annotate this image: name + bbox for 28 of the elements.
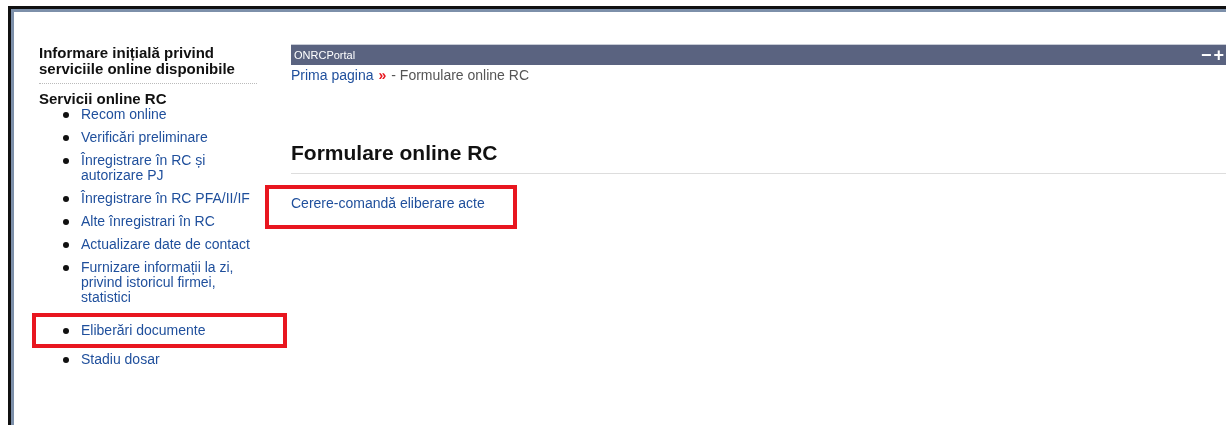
sidebar-link[interactable]: Înregistrare în RC și autorizare PJ	[81, 153, 257, 183]
bullet-icon	[63, 265, 69, 271]
portlet-control[interactable]: +	[1213, 46, 1224, 64]
sidebar-link[interactable]: Furnizare informații la zi, privind istoricul firmei, statistici	[81, 260, 257, 305]
section-heading: Servicii online RC	[39, 90, 168, 107]
portlet-title: ONRCPortal	[294, 49, 356, 61]
breadcrumb-current: - Formulare online RC	[391, 67, 529, 83]
breadcrumb-separator: »	[378, 67, 387, 83]
bullet-icon	[63, 242, 69, 248]
bullet-icon	[63, 135, 69, 141]
bullet-icon	[63, 112, 69, 118]
bullet-icon	[63, 219, 69, 225]
breadcrumb-link[interactable]: Prima pagina	[291, 67, 374, 83]
form-link[interactable]: Cerere-comandă eliberare acte	[291, 195, 485, 211]
page-title: Formulare online RC	[291, 141, 1226, 174]
bullet-icon	[63, 328, 69, 334]
sidebar-link[interactable]: Verificări preliminare	[81, 130, 257, 145]
sidebar-link[interactable]: Recom online	[81, 107, 257, 122]
sidebar-link[interactable]: Înregistrare în RC PFA/II/IF	[81, 191, 257, 206]
portlet-control[interactable]: −	[1200, 46, 1212, 64]
sidebar-link[interactable]: Eliberări documente	[81, 323, 257, 338]
bullet-icon	[63, 357, 69, 363]
bullet-icon	[63, 196, 69, 202]
sidebar-heading: Informare inițială privind serviciile online disponibile	[39, 45, 257, 84]
sidebar-link[interactable]: Alte înregistrari în RC	[81, 214, 257, 229]
sidebar-link[interactable]: Stadiu dosar	[81, 352, 257, 367]
bullet-icon	[63, 158, 69, 164]
sidebar-link[interactable]: Actualizare date de contact	[81, 237, 257, 252]
